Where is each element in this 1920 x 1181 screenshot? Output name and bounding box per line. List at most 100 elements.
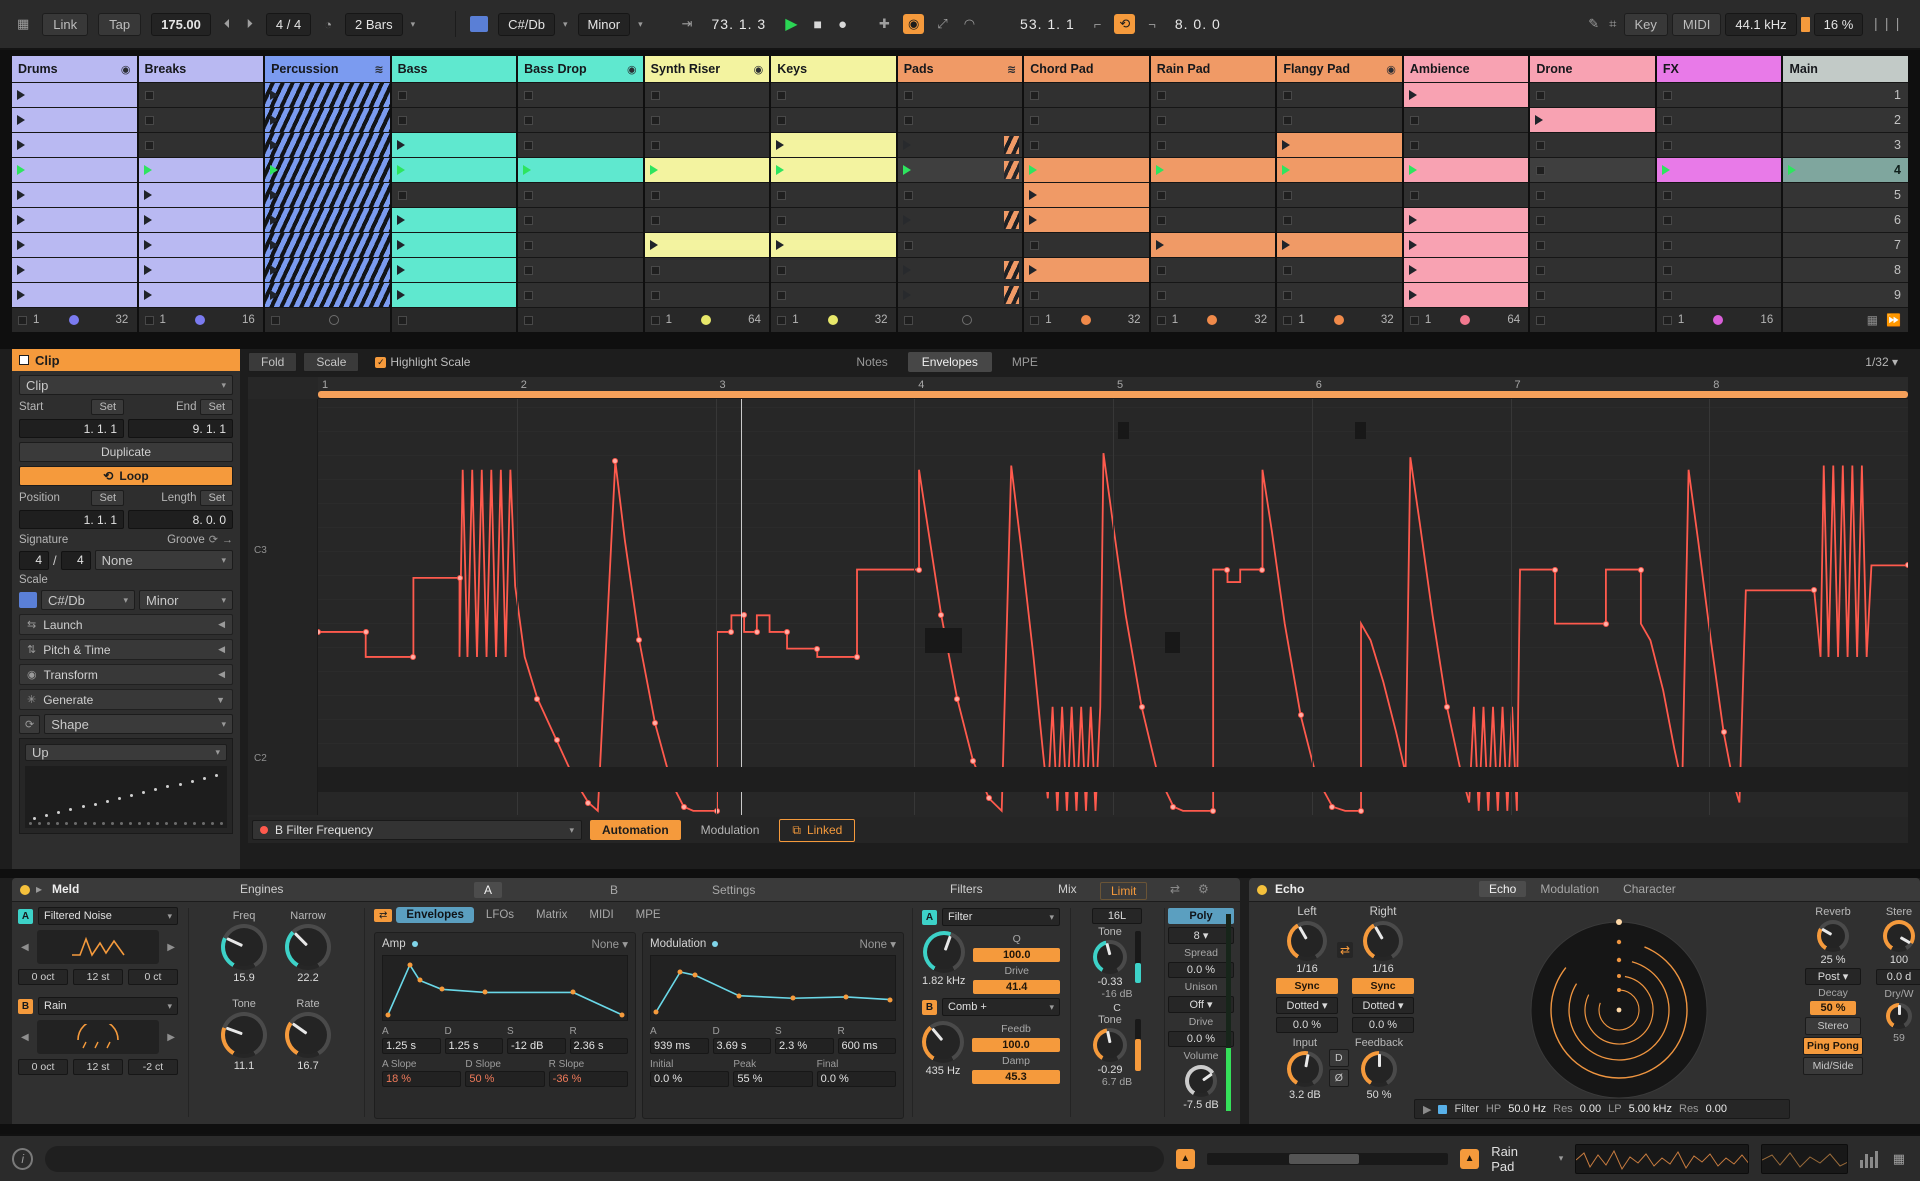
stop-button[interactable] <box>397 90 407 100</box>
routing-display[interactable]: 16L <box>1092 908 1142 924</box>
breakpoint[interactable] <box>680 803 687 810</box>
clip-slot[interactable] <box>1150 258 1276 282</box>
clip-slot[interactable] <box>1150 233 1276 257</box>
regenerate-icon[interactable]: ⟳ <box>19 714 41 734</box>
stereo-mode-button[interactable]: Stereo <box>1805 1017 1861 1035</box>
param-value[interactable]: 3.69 s <box>712 1038 771 1054</box>
engine-a-semitone[interactable]: 12 st <box>73 969 123 985</box>
clip-slot[interactable] <box>391 183 517 207</box>
hot-swap-icon[interactable]: ⇄ <box>1170 882 1180 896</box>
clip-play-icon[interactable] <box>270 265 279 275</box>
stop-button[interactable] <box>1030 90 1040 100</box>
clip-play-icon[interactable] <box>270 90 279 100</box>
stop-button[interactable] <box>1409 115 1419 125</box>
clip-slot[interactable] <box>265 283 390 307</box>
filter-b-type-selector[interactable]: Comb + ▾ <box>942 998 1060 1016</box>
stop-button[interactable] <box>903 315 913 325</box>
stop-button[interactable] <box>1156 265 1166 275</box>
clip-slot[interactable] <box>644 108 770 132</box>
param-value[interactable]: -36 % <box>548 1071 628 1087</box>
clip-slot[interactable] <box>771 183 896 207</box>
clip-play-icon[interactable] <box>143 240 152 250</box>
decay-value[interactable]: 50 % <box>1810 1001 1856 1015</box>
clip-play-icon[interactable] <box>902 215 911 225</box>
echo-d-button[interactable]: D <box>1328 1049 1349 1067</box>
envelope-node[interactable] <box>843 994 849 1000</box>
track-header[interactable]: FX <box>1656 56 1782 82</box>
clip-slot[interactable] <box>1024 83 1149 107</box>
clip-play-icon[interactable] <box>1282 140 1291 150</box>
clip-slot[interactable] <box>1277 283 1402 307</box>
clip-slot[interactable] <box>1403 83 1529 107</box>
echo-left-sync-button[interactable]: Sync <box>1276 978 1338 994</box>
set-length-button[interactable]: Set <box>200 490 233 506</box>
stop-button[interactable] <box>1662 290 1672 300</box>
clip-play-icon[interactable] <box>1408 90 1417 100</box>
echo-left-time-knob[interactable]: 1/16 <box>1287 921 1327 975</box>
echo-left-offset-value[interactable]: 0.0 % <box>1276 1017 1338 1033</box>
breakpoint[interactable] <box>1329 803 1336 810</box>
tap-tempo-button[interactable]: Tap <box>98 12 142 36</box>
stop-button[interactable] <box>1156 290 1166 300</box>
track-header[interactable]: Flangy Pad ◉ <box>1277 56 1402 82</box>
tab-envelopes[interactable]: Envelopes <box>907 352 992 372</box>
filter-a-type-selector[interactable]: Filter ▾ <box>942 908 1060 926</box>
clip-slot[interactable] <box>644 258 770 282</box>
stereo-link-icon[interactable]: ⇄ <box>1337 942 1354 958</box>
stop-button[interactable] <box>524 140 534 150</box>
clip-slot[interactable] <box>138 133 264 157</box>
meld-tab-b[interactable]: B <box>600 882 628 898</box>
breakpoint[interactable] <box>553 737 560 744</box>
clip-slot[interactable] <box>771 158 896 182</box>
knob-dial[interactable] <box>1093 940 1127 974</box>
clip-slot[interactable] <box>644 208 770 232</box>
clip-play-icon[interactable] <box>17 265 25 275</box>
tab-notes[interactable]: Notes <box>842 352 901 372</box>
clip-slot[interactable] <box>1403 233 1529 257</box>
scale-root-selector[interactable]: C#/Db ▾ <box>41 590 135 610</box>
engine-a-knob-2[interactable]: Narrow 22.2 <box>285 910 331 984</box>
clip-activator-checkbox[interactable] <box>19 355 29 365</box>
play-button[interactable]: ▶ <box>782 12 800 36</box>
quantization-menu[interactable]: 2 Bars ▾ <box>345 12 415 36</box>
stop-button[interactable] <box>777 115 787 125</box>
clip-slot[interactable] <box>1150 283 1276 307</box>
envelope-node[interactable] <box>653 1009 659 1015</box>
breakpoint[interactable] <box>612 458 619 465</box>
stop-button[interactable] <box>144 90 154 100</box>
key-root-selector[interactable]: C#/Db ▾ <box>498 12 568 36</box>
param-value[interactable]: 939 ms <box>650 1038 709 1054</box>
hp-res-value[interactable]: 0.00 <box>1580 1103 1601 1115</box>
stop-button[interactable] <box>777 315 787 325</box>
stop-button[interactable] <box>650 190 660 200</box>
knob-dial[interactable] <box>922 1021 964 1063</box>
clip-slot[interactable] <box>518 83 643 107</box>
scale-icon[interactable] <box>19 592 37 608</box>
clip-play-icon[interactable] <box>396 215 405 225</box>
clip-play-icon[interactable] <box>17 240 25 250</box>
stop-button[interactable] <box>650 90 660 100</box>
breakpoint[interactable] <box>1552 566 1559 573</box>
clip-play-icon[interactable] <box>17 165 25 175</box>
clip-slot[interactable] <box>265 158 390 182</box>
track-header[interactable]: Synth Riser ◉ <box>644 56 770 82</box>
clip-slot[interactable] <box>1656 258 1782 282</box>
stop-button[interactable] <box>397 190 407 200</box>
clip-slot[interactable] <box>897 233 1023 257</box>
transform-section-header[interactable]: ◉ Transform ◀ <box>19 664 233 685</box>
clip-slot[interactable] <box>1024 233 1149 257</box>
stop-button[interactable] <box>18 315 27 325</box>
echo-left-mode-selector[interactable]: Dotted ▾ <box>1276 997 1338 1014</box>
track-header[interactable]: Keys <box>771 56 896 82</box>
punch-out-icon[interactable]: ¬ <box>1145 15 1159 34</box>
groove-commit-icon[interactable]: ⟳ <box>209 533 218 546</box>
stop-button[interactable] <box>1662 140 1672 150</box>
stop-button[interactable] <box>524 290 534 300</box>
clip-play-icon[interactable] <box>902 265 911 275</box>
stop-button[interactable] <box>1409 315 1419 325</box>
clip-slot[interactable] <box>644 283 770 307</box>
stop-button[interactable] <box>1030 240 1040 250</box>
fold-button[interactable]: Fold <box>248 352 298 372</box>
stop-button[interactable] <box>524 115 534 125</box>
stop-button[interactable] <box>650 315 660 325</box>
